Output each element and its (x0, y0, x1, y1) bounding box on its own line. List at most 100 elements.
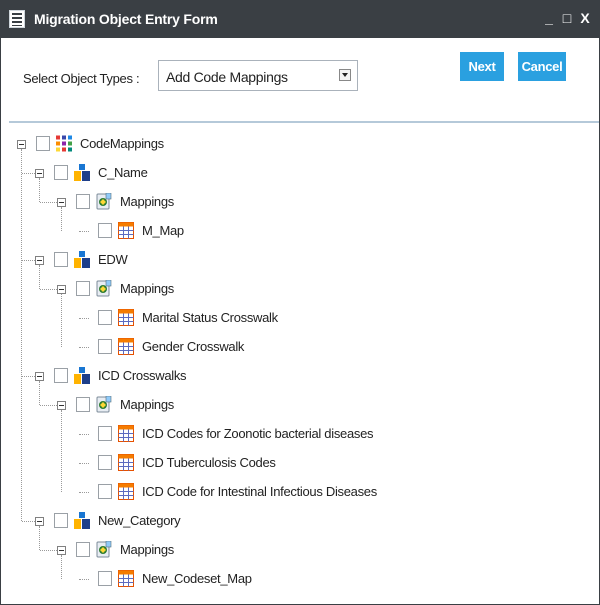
node-checkbox[interactable] (98, 223, 112, 238)
tree-group-row[interactable]: Mappings (1, 280, 591, 302)
table-grid-icon (118, 338, 134, 355)
minimize-button[interactable]: _ (541, 10, 557, 26)
node-label: ICD Crosswalks (98, 368, 187, 383)
tree-root-row[interactable]: CodeMappings (1, 135, 591, 157)
tree-connector (40, 405, 57, 406)
node-label: Mappings (120, 194, 174, 209)
tree-connector (61, 555, 62, 579)
tree-connector (61, 410, 62, 492)
tree-connector (39, 265, 40, 289)
node-checkbox[interactable] (76, 281, 90, 296)
table-grid-icon (118, 309, 134, 326)
tree-item-row[interactable]: ICD Code for Intestinal Infectious Disea… (1, 483, 591, 505)
node-checkbox[interactable] (76, 194, 90, 209)
tree-connector (79, 231, 89, 232)
node-label: New_Codeset_Map (142, 571, 252, 586)
node-checkbox[interactable] (54, 513, 68, 528)
category-blocks-icon (74, 164, 90, 181)
tree-connector (39, 178, 40, 202)
tree-item-row[interactable]: New_Codeset_Map (1, 570, 591, 592)
tree-connector (61, 294, 62, 347)
tree-connector (79, 463, 89, 464)
table-grid-icon (118, 483, 134, 500)
collapse-toggle-icon[interactable] (35, 256, 44, 265)
tree-connector (40, 550, 57, 551)
collapse-toggle-icon[interactable] (57, 285, 66, 294)
node-label: Gender Crosswalk (142, 339, 245, 354)
next-button[interactable]: Next (460, 52, 504, 81)
object-type-select[interactable]: Add Code Mappings (158, 60, 358, 91)
node-label: New_Category (98, 513, 181, 528)
tree-connector (39, 381, 40, 405)
node-checkbox[interactable] (98, 455, 112, 470)
tree-item-row[interactable]: ICD Tuberculosis Codes (1, 454, 591, 476)
mappings-icon (96, 280, 112, 297)
tree-group-row[interactable]: Mappings (1, 396, 591, 418)
node-label: CodeMappings (80, 136, 164, 151)
node-label: Marital Status Crosswalk (142, 310, 278, 325)
node-checkbox[interactable] (36, 136, 50, 151)
node-label: ICD Tuberculosis Codes (142, 455, 276, 470)
colorful-grid-icon (56, 135, 72, 152)
table-grid-icon (118, 425, 134, 442)
object-type-select-value: Add Code Mappings (166, 69, 288, 85)
tree-connector (79, 492, 89, 493)
node-label: ICD Codes for Zoonotic bacterial disease… (142, 426, 374, 441)
node-checkbox[interactable] (98, 571, 112, 586)
category-blocks-icon (74, 367, 90, 384)
tree-connector (22, 260, 35, 261)
node-label: M_Map (142, 223, 184, 238)
tree-connector (61, 207, 62, 231)
migration-object-entry-window: Migration Object Entry Form _ □ X Select… (0, 0, 600, 605)
collapse-toggle-icon[interactable] (17, 140, 26, 149)
collapse-toggle-icon[interactable] (35, 372, 44, 381)
tree-connector (40, 289, 57, 290)
tree-item-row[interactable]: Marital Status Crosswalk (1, 309, 591, 331)
node-checkbox[interactable] (98, 310, 112, 325)
node-checkbox[interactable] (98, 426, 112, 441)
node-label: Mappings (120, 281, 174, 296)
title-bar: Migration Object Entry Form _ □ X (1, 1, 599, 38)
node-checkbox[interactable] (54, 368, 68, 383)
tree-group-row[interactable]: Mappings (1, 541, 591, 563)
select-object-types-label: Select Object Types : (23, 71, 140, 86)
close-button[interactable]: X (577, 10, 593, 26)
dropdown-arrow-icon[interactable] (339, 69, 351, 81)
collapse-toggle-icon[interactable] (35, 517, 44, 526)
node-checkbox[interactable] (98, 339, 112, 354)
tree-connector (79, 318, 89, 319)
category-blocks-icon (74, 251, 90, 268)
collapse-toggle-icon[interactable] (57, 401, 66, 410)
divider (9, 121, 599, 123)
maximize-button[interactable]: □ (559, 10, 575, 26)
tree-connector (22, 173, 35, 174)
tree-connector (40, 202, 57, 203)
tree-connector (22, 521, 35, 522)
node-label: Mappings (120, 397, 174, 412)
node-checkbox[interactable] (54, 252, 68, 267)
collapse-toggle-icon[interactable] (57, 546, 66, 555)
mappings-icon (96, 396, 112, 413)
collapse-toggle-icon[interactable] (57, 198, 66, 207)
tree-connector (79, 434, 89, 435)
node-label: C_Name (98, 165, 148, 180)
tree-item-row[interactable]: M_Map (1, 222, 591, 244)
tree-connector (39, 526, 40, 550)
cancel-button[interactable]: Cancel (518, 52, 566, 81)
node-label: EDW (98, 252, 128, 267)
tree-connector (22, 376, 35, 377)
node-checkbox[interactable] (76, 397, 90, 412)
node-checkbox[interactable] (98, 484, 112, 499)
tree-connector (21, 149, 22, 521)
tree-group-row[interactable]: Mappings (1, 193, 591, 215)
node-checkbox[interactable] (76, 542, 90, 557)
window-title: Migration Object Entry Form (34, 11, 218, 27)
table-grid-icon (118, 222, 134, 239)
collapse-toggle-icon[interactable] (35, 169, 44, 178)
node-checkbox[interactable] (54, 165, 68, 180)
form-icon (9, 10, 25, 28)
tree-item-row[interactable]: Gender Crosswalk (1, 338, 591, 360)
tree-item-row[interactable]: ICD Codes for Zoonotic bacterial disease… (1, 425, 591, 447)
node-label: Mappings (120, 542, 174, 557)
tree-connector (79, 579, 89, 580)
